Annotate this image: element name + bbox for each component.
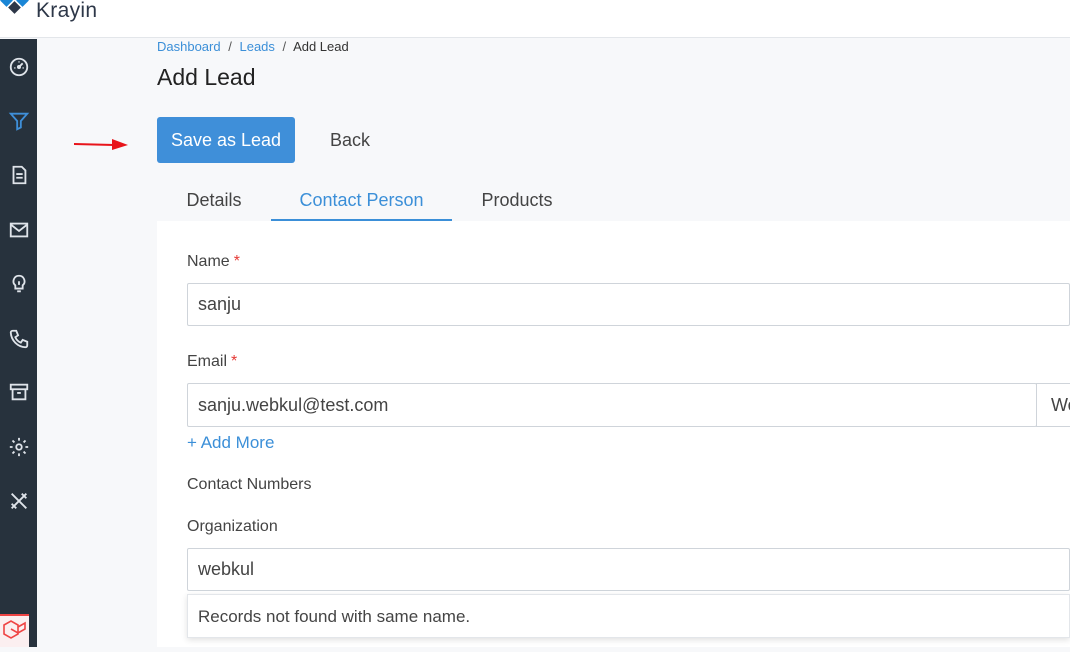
krayin-logo-icon — [0, 0, 29, 14]
filter-icon — [8, 112, 29, 131]
required-marker: * — [233, 253, 240, 270]
breadcrumb-separator: / — [282, 39, 287, 54]
save-as-lead-button[interactable]: Save as Lead — [157, 117, 295, 163]
red-arrow-icon — [74, 139, 128, 150]
required-marker: * — [231, 353, 238, 370]
settings-icon — [9, 437, 28, 457]
archive-icon — [9, 383, 28, 401]
sidebar — [0, 39, 37, 647]
email-type-select[interactable]: Work — [1036, 383, 1070, 427]
brand-name: Krayin — [36, 0, 98, 22]
organization-label: Organization — [187, 518, 278, 535]
add-more-email-link[interactable]: + Add More — [187, 433, 274, 453]
back-button[interactable]: Back — [315, 117, 385, 163]
tab-bar: Details Contact Person Products — [157, 183, 1070, 221]
nav-mail[interactable] — [0, 219, 37, 255]
email-input[interactable] — [187, 383, 1037, 427]
phone-icon — [9, 329, 28, 349]
breadcrumb: Dashboard / Leads / Add Lead — [157, 40, 349, 54]
nav-configuration[interactable] — [0, 490, 37, 526]
dashboard-icon — [9, 57, 28, 77]
name-input[interactable] — [187, 283, 1070, 326]
quote-icon — [12, 165, 26, 185]
breadcrumb-leads-link[interactable]: Leads — [239, 39, 274, 54]
top-bar: Krayin — [0, 0, 1070, 38]
page-title: Add Lead — [157, 64, 256, 90]
nav-dashboard[interactable] — [0, 56, 37, 92]
organization-suggestion-dropdown: Records not found with same name. — [187, 594, 1070, 638]
tab-products[interactable]: Products — [452, 183, 582, 221]
breadcrumb-current: Add Lead — [293, 39, 349, 54]
organization-input[interactable] — [187, 548, 1070, 591]
email-label: Email * — [187, 353, 237, 371]
mail-icon — [9, 222, 28, 238]
nav-products[interactable] — [0, 381, 37, 417]
nav-contacts[interactable] — [0, 328, 37, 364]
nav-quotes[interactable] — [0, 164, 37, 200]
nav-settings[interactable] — [0, 436, 37, 472]
email-label-text: Email — [187, 353, 228, 370]
tools-icon — [10, 493, 27, 509]
tab-contact-person[interactable]: Contact Person — [271, 183, 452, 221]
breadcrumb-dashboard-link[interactable]: Dashboard — [157, 39, 221, 54]
laravel-icon — [0, 614, 29, 647]
nav-leads[interactable] — [0, 110, 37, 146]
contact-numbers-label: Contact Numbers — [187, 476, 312, 493]
tab-details[interactable]: Details — [157, 183, 271, 221]
name-label-text: Name — [187, 253, 230, 270]
lightbulb-icon — [12, 274, 25, 293]
nav-activities[interactable] — [0, 273, 37, 309]
breadcrumb-separator: / — [228, 39, 232, 54]
name-label: Name * — [187, 253, 240, 271]
